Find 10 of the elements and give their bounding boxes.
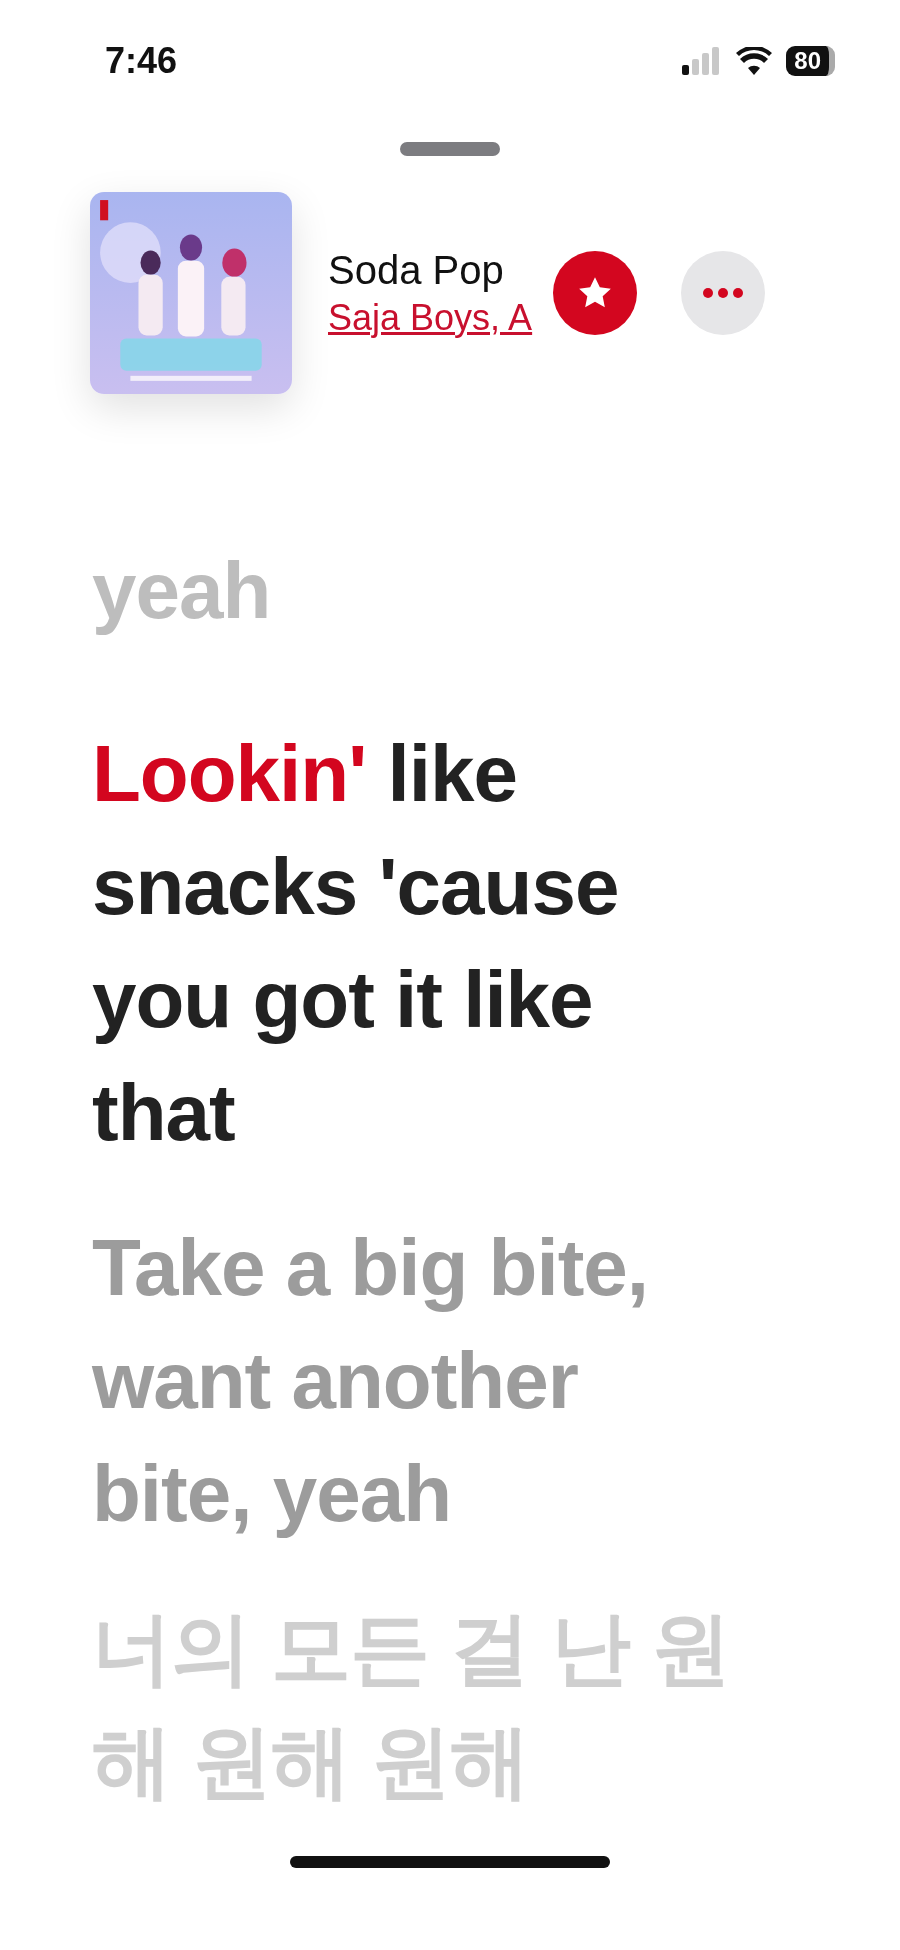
- lyric-line[interactable]: Lookin' like snacks 'cause you got it like that: [92, 717, 740, 1169]
- artist-link[interactable]: Saja Boys, A: [328, 296, 553, 339]
- status-time: 7:46: [105, 40, 178, 82]
- lyric-line[interactable]: Take a big bite, want another bite, yeah: [92, 1211, 740, 1550]
- lyric-line[interactable]: yeah: [92, 534, 740, 647]
- more-icon: [702, 287, 744, 299]
- battery-indicator: 80: [786, 46, 835, 76]
- wifi-icon: [736, 47, 773, 75]
- song-title: Soda Pop: [328, 247, 505, 293]
- sheet-handle[interactable]: [400, 142, 500, 156]
